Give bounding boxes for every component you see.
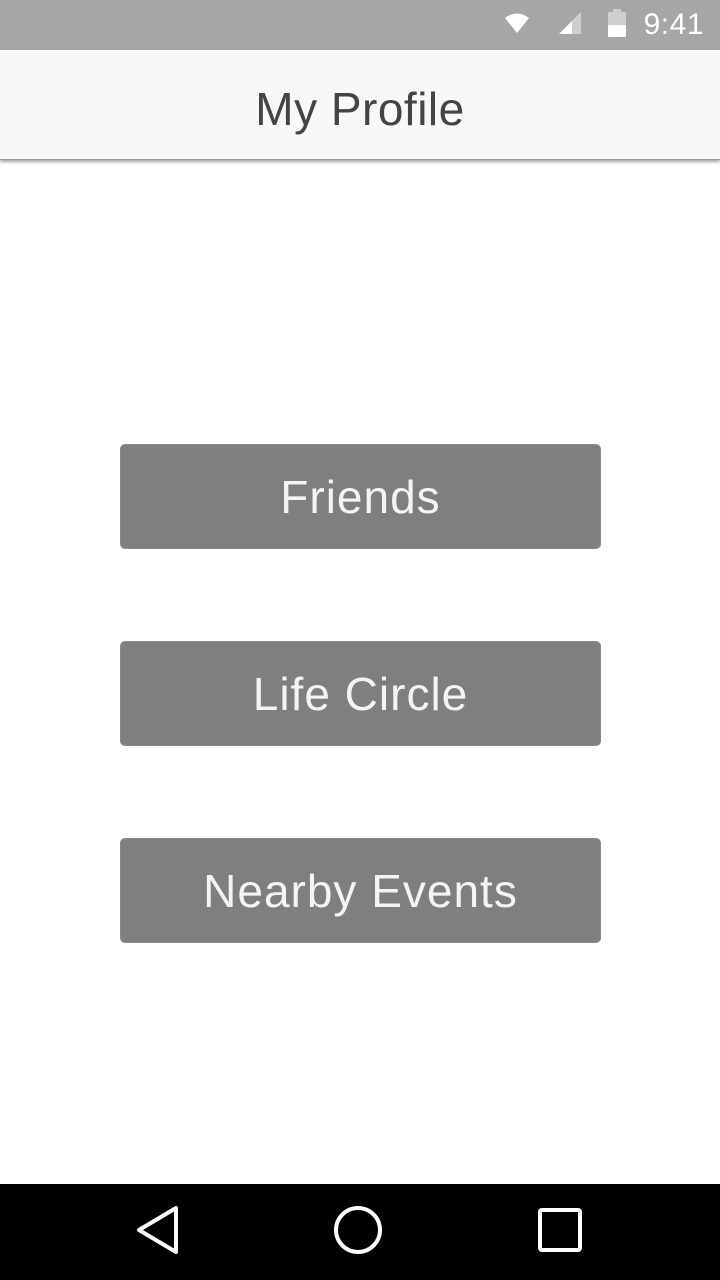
back-button[interactable] xyxy=(110,1184,206,1280)
life-circle-button[interactable]: Life Circle xyxy=(120,641,601,746)
back-icon xyxy=(135,1205,181,1260)
status-icons: 9:41 xyxy=(504,0,704,50)
friends-button[interactable]: Friends xyxy=(120,444,601,549)
nearby-events-button[interactable]: Nearby Events xyxy=(120,838,601,943)
status-time: 9:41 xyxy=(643,8,704,41)
app-bar: My Profile xyxy=(0,50,720,160)
recents-icon xyxy=(537,1207,583,1258)
battery-icon xyxy=(607,8,626,42)
wifi-icon xyxy=(504,12,530,39)
recents-button[interactable] xyxy=(512,1184,608,1280)
home-button[interactable] xyxy=(310,1184,406,1280)
cell-signal-icon xyxy=(558,11,582,40)
status-bar: 9:41 xyxy=(0,0,720,50)
navigation-bar xyxy=(0,1184,720,1280)
screen: 9:41 My Profile Friends Life Circle Near… xyxy=(0,0,720,1280)
page-title: My Profile xyxy=(255,83,465,135)
home-icon xyxy=(332,1204,384,1261)
